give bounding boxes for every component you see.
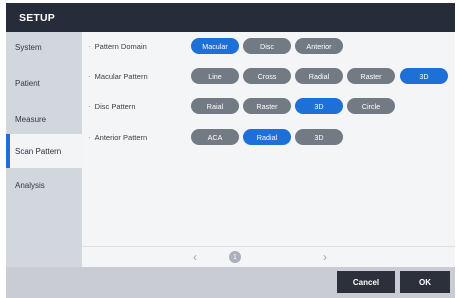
- disc-pattern-row: · Disc Pattern Raial Raster 3D Circle: [82, 96, 455, 116]
- cancel-button[interactable]: Cancel: [337, 271, 395, 293]
- macular-pattern-row: · Macular Pattern Line Cross Radial Rast…: [82, 66, 455, 86]
- disc-pattern-label: · Disc Pattern: [88, 96, 136, 116]
- pattern-domain-label-text: Pattern Domain: [94, 41, 147, 51]
- macular-pattern-option[interactable]: Line: [191, 68, 239, 84]
- bullet-icon: ·: [88, 41, 91, 51]
- sidebar-item-analysis[interactable]: Analysis: [6, 168, 82, 202]
- page-indicator[interactable]: 1: [229, 251, 241, 263]
- macular-pattern-option[interactable]: 3D: [400, 68, 448, 84]
- scan-pattern-panel: · Pattern Domain Macular Disc Anterior ·…: [82, 32, 455, 267]
- pattern-domain-label: · Pattern Domain: [88, 36, 147, 56]
- anterior-pattern-option[interactable]: ACA: [191, 129, 239, 145]
- disc-pattern-option[interactable]: Circle: [347, 98, 395, 114]
- anterior-pattern-label-text: Anterior Pattern: [94, 132, 148, 142]
- macular-pattern-label: · Macular Pattern: [88, 66, 148, 86]
- bullet-icon: ·: [88, 132, 91, 142]
- bullet-icon: ·: [88, 101, 91, 111]
- disc-pattern-label-text: Disc Pattern: [94, 101, 136, 111]
- macular-pattern-option[interactable]: Cross: [243, 68, 291, 84]
- prev-page-icon[interactable]: ‹: [193, 250, 197, 264]
- sidebar-item-measure[interactable]: Measure: [6, 98, 82, 134]
- disc-pattern-option[interactable]: Raial: [191, 98, 239, 114]
- anterior-pattern-option[interactable]: Radial: [243, 129, 291, 145]
- anterior-pattern-label: · Anterior Pattern: [88, 127, 147, 147]
- ok-button[interactable]: OK: [400, 271, 450, 293]
- bullet-icon: ·: [88, 71, 91, 81]
- anterior-pattern-option[interactable]: 3D: [295, 129, 343, 145]
- disc-pattern-option[interactable]: Raster: [243, 98, 291, 114]
- macular-pattern-option[interactable]: Raster: [347, 68, 395, 84]
- macular-pattern-label-text: Macular Pattern: [94, 71, 148, 81]
- sidebar: System Patient Measure Scan Pattern Anal…: [6, 32, 82, 267]
- footer-bar: Cancel OK: [6, 267, 455, 298]
- sidebar-item-system[interactable]: System: [6, 32, 82, 61]
- window-title: SETUP: [6, 3, 455, 32]
- macular-pattern-option[interactable]: Radial: [295, 68, 343, 84]
- sidebar-item-patient[interactable]: Patient: [6, 61, 82, 98]
- pagination-bar: ‹ 1 ›: [82, 246, 455, 266]
- pattern-domain-option[interactable]: Disc: [243, 38, 291, 54]
- pattern-domain-option[interactable]: Macular: [191, 38, 239, 54]
- sidebar-item-scan-pattern[interactable]: Scan Pattern: [6, 134, 82, 168]
- next-page-icon[interactable]: ›: [323, 250, 327, 264]
- disc-pattern-option[interactable]: 3D: [295, 98, 343, 114]
- anterior-pattern-row: · Anterior Pattern ACA Radial 3D: [82, 127, 455, 147]
- setup-window: SETUP System Patient Measure Scan Patter…: [0, 0, 459, 298]
- pattern-domain-row: · Pattern Domain Macular Disc Anterior: [82, 36, 455, 56]
- pattern-domain-option[interactable]: Anterior: [295, 38, 343, 54]
